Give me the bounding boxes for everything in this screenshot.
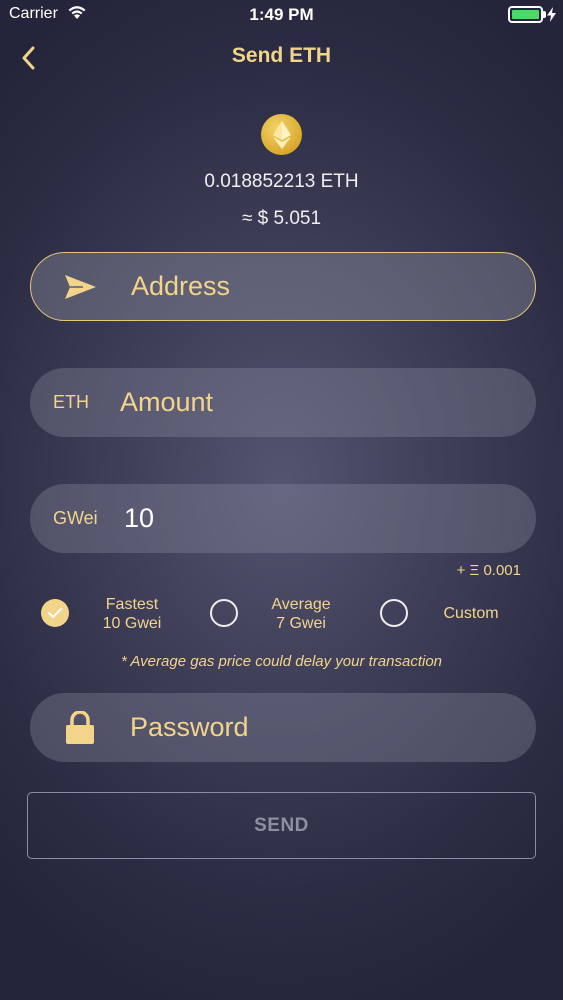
amount-currency-prefix: ETH: [53, 392, 89, 412]
gas-option-fastest-label[interactable]: Fastest 10 Gwei: [92, 595, 172, 633]
nav-bar: Send ETH: [0, 38, 563, 78]
gas-option-average-radio[interactable]: [210, 599, 238, 627]
ethereum-coin-icon: [261, 114, 302, 155]
gas-option-average-price: 7 Gwei: [276, 615, 326, 632]
gas-hint-text: * Average gas price could delay your tra…: [120, 653, 443, 670]
status-bar: Carrier 1:49 PM: [0, 0, 563, 30]
gas-price-value: 10: [124, 503, 155, 533]
gas-option-custom-radio[interactable]: [380, 599, 408, 627]
gas-option-fastest-price: 10 Gwei: [102, 615, 162, 632]
gas-option-custom-name: Custom: [443, 605, 499, 622]
battery-icon: [508, 6, 543, 23]
amount-placeholder: Amount: [120, 387, 214, 417]
gas-option-custom-label[interactable]: Custom: [431, 604, 511, 623]
gas-unit-prefix: GWei: [53, 508, 98, 528]
lock-icon: [65, 693, 95, 762]
address-placeholder: Address: [131, 271, 231, 301]
status-time: 1:49 PM: [249, 5, 314, 24]
send-button[interactable]: SEND: [27, 792, 536, 859]
gas-option-fastest-radio[interactable]: [41, 599, 69, 627]
gas-fee-estimate: + Ξ 0.001: [456, 562, 521, 579]
password-placeholder: Password: [130, 712, 249, 742]
battery-nub: [543, 11, 546, 18]
eth-balance: 0.018852213 ETH: [204, 171, 359, 192]
address-field[interactable]: Address: [30, 252, 536, 321]
gas-option-average-label[interactable]: Average 7 Gwei: [261, 595, 341, 633]
paper-plane-icon: [63, 253, 97, 320]
gas-option-average-name: Average: [271, 596, 331, 613]
gas-price-field[interactable]: GWei 10: [30, 484, 536, 553]
amount-field[interactable]: ETH Amount: [30, 368, 536, 437]
password-field[interactable]: Password: [30, 693, 536, 762]
charging-bolt-icon: [547, 7, 556, 27]
checkmark-icon: [48, 608, 62, 618]
fiat-value: ≈ $ 5.051: [241, 208, 322, 229]
page-title: Send ETH: [231, 44, 332, 67]
gas-option-fastest-name: Fastest: [105, 596, 159, 613]
